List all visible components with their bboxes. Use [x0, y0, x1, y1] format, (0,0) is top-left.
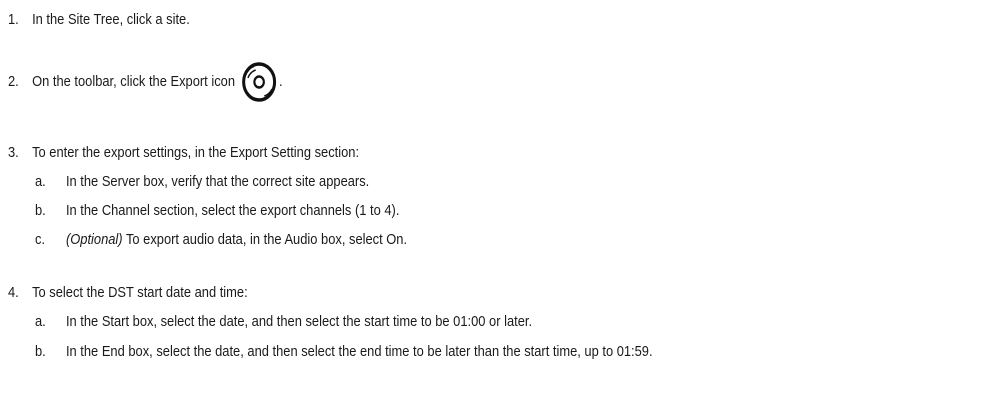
step-3a: a. In the Server box, verify that the cor… [35, 172, 369, 192]
step-3: 3. To enter the export settings, in the E… [8, 143, 359, 163]
substep-letter: b. [35, 202, 46, 219]
optional-label: (Optional) [65, 231, 123, 248]
step-3b: b. In the Channel section, select the exp… [35, 201, 399, 221]
substep-text: In the Channel section, select the expor… [65, 202, 400, 219]
substep-text: In the End box, select the date, and the… [65, 343, 653, 360]
substep-text: In the Start box, select the date, and t… [65, 313, 533, 330]
substep-letter: a. [35, 173, 46, 190]
substep-letter: b. [35, 343, 46, 360]
step-text-end: . [279, 73, 283, 90]
step-2: 2. On the toolbar, click the Export icon … [8, 62, 283, 102]
step-4b: b. In the End box, select the date, and t… [35, 342, 653, 362]
step-text: To enter the export settings, in the Exp… [32, 144, 360, 161]
substep-text: In the Server box, verify that the corre… [65, 173, 370, 190]
step-3c: c. (Optional) To export audio data, in th… [35, 230, 407, 250]
step-text: On the toolbar, click the Export icon [32, 73, 236, 90]
step-4: 4. To select the DST start date and time: [8, 283, 248, 303]
substep-letter: c. [35, 231, 46, 248]
step-number: 3. [8, 144, 19, 161]
step-text: To select the DST start date and time: [32, 284, 248, 301]
substep-letter: a. [35, 313, 46, 330]
step-number: 4. [8, 284, 19, 301]
step-1: 1. In the Site Tree, click a site. [8, 10, 190, 30]
step-text: In the Site Tree, click a site. [32, 11, 190, 28]
export-disc-icon [240, 62, 278, 102]
substep-text: To export audio data, in the Audio box, … [122, 231, 408, 248]
step-number: 1. [8, 11, 19, 28]
step-number: 2. [8, 73, 19, 90]
step-4a: a. In the Start box, select the date, and… [35, 312, 532, 332]
